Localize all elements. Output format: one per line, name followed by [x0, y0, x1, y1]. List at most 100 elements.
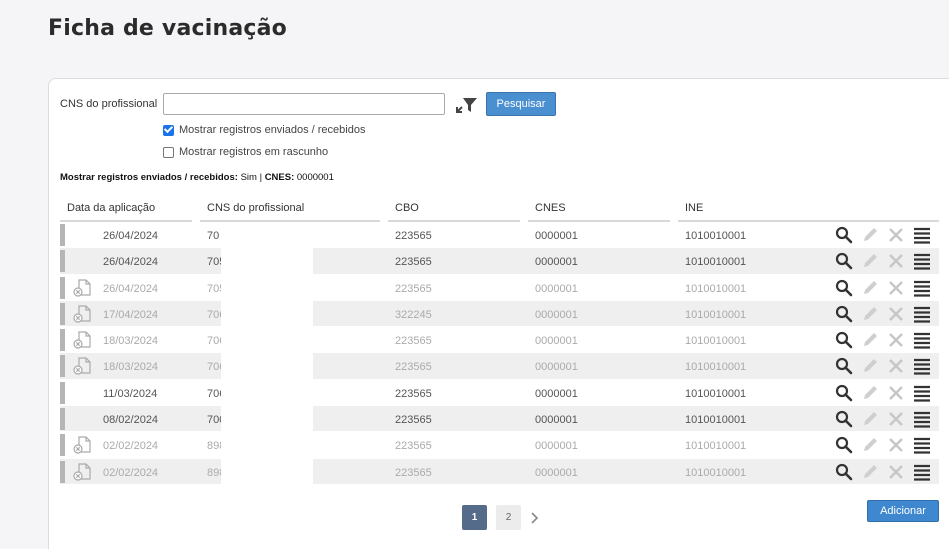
checkbox-draft[interactable]: Mostrar registros em rascunho: [163, 146, 328, 158]
cell-date: 18/03/2024: [103, 335, 159, 348]
checkbox-unchecked[interactable]: [163, 146, 174, 158]
document-cancel-icon: [72, 356, 92, 376]
page-title: Ficha de vacinação: [48, 16, 287, 41]
search-icon[interactable]: [835, 384, 853, 402]
edit-icon[interactable]: [861, 252, 879, 270]
checkbox-checked[interactable]: [163, 124, 174, 136]
cell-date: 02/02/2024: [103, 440, 159, 453]
cell-cbo: 223565: [395, 256, 432, 269]
col-cnes[interactable]: CNES: [535, 202, 566, 214]
page-1-button[interactable]: 1: [462, 505, 487, 530]
edit-icon[interactable]: [861, 410, 879, 428]
delete-icon[interactable]: [887, 331, 905, 349]
row-status-bar: [60, 408, 65, 431]
table-row[interactable]: 18/03/2024 706 223565 0000001 1010010001: [60, 353, 939, 380]
cell-cnes: 0000001: [535, 335, 578, 348]
cns-filter-input[interactable]: [163, 93, 445, 115]
delete-icon[interactable]: [887, 357, 905, 375]
delete-icon[interactable]: [887, 463, 905, 481]
edit-icon[interactable]: [861, 305, 879, 323]
filter-summary: Mostrar registros enviados / recebidos: …: [60, 172, 334, 183]
table-row[interactable]: 17/04/2024 706 322245 0000001 1010010001: [60, 300, 939, 328]
search-icon[interactable]: [835, 305, 853, 323]
col-ine[interactable]: INE: [685, 202, 703, 214]
search-icon[interactable]: [835, 357, 853, 375]
menu-icon[interactable]: [913, 226, 931, 244]
menu-icon[interactable]: [913, 384, 931, 402]
cell-date: 02/02/2024: [103, 466, 159, 479]
edit-icon[interactable]: [861, 463, 879, 481]
table-row[interactable]: 26/04/2024 705 223565 0000001 1010010001: [60, 274, 939, 301]
cell-cbo: 223565: [395, 414, 432, 427]
cell-cnes: 0000001: [535, 230, 578, 242]
table-row[interactable]: 02/02/2024 898 223565 0000001 1010010001: [60, 432, 939, 459]
document-cancel-icon: [72, 462, 92, 482]
search-icon[interactable]: [835, 279, 853, 297]
table-row[interactable]: 18/03/2024 706 223565 0000001 1010010001: [60, 327, 939, 354]
menu-icon[interactable]: [913, 305, 931, 323]
search-icon[interactable]: [835, 331, 853, 349]
cell-ine: 1010010001: [685, 256, 747, 269]
delete-icon[interactable]: [887, 436, 905, 454]
row-status-bar: [60, 329, 65, 352]
row-status-bar: [60, 381, 65, 404]
cell-cbo: 223565: [395, 361, 432, 374]
menu-icon[interactable]: [913, 463, 931, 481]
table-row[interactable]: 26/04/2024 705 223565 0000001 1010010001: [60, 248, 939, 275]
table-row[interactable]: 26/04/2024 70 223565 0000001 1010010001: [60, 222, 939, 249]
document-cancel-icon: [72, 278, 92, 298]
row-status-bar: [60, 250, 65, 273]
row-status-bar: [60, 224, 65, 246]
search-icon[interactable]: [835, 410, 853, 428]
search-icon[interactable]: [835, 252, 853, 270]
pagination: 1 2: [462, 505, 540, 530]
edit-icon[interactable]: [861, 279, 879, 297]
menu-icon[interactable]: [913, 279, 931, 297]
col-cbo[interactable]: CBO: [395, 202, 419, 214]
cell-cnes: 0000001: [535, 361, 578, 374]
delete-icon[interactable]: [887, 384, 905, 402]
add-button[interactable]: Adicionar: [867, 500, 939, 522]
col-cns[interactable]: CNS do profissional: [207, 202, 304, 214]
menu-icon[interactable]: [913, 252, 931, 270]
chevron-right-icon[interactable]: [530, 511, 540, 524]
cell-cbo: 223565: [395, 387, 432, 400]
menu-icon[interactable]: [913, 410, 931, 428]
checkbox-sent-label: Mostrar registros enviados / recebidos: [179, 124, 366, 136]
delete-icon[interactable]: [887, 226, 905, 244]
edit-icon[interactable]: [861, 357, 879, 375]
cell-cnes: 0000001: [535, 387, 578, 400]
col-date[interactable]: Data da aplicação: [67, 202, 155, 214]
edit-icon[interactable]: [861, 436, 879, 454]
cell-cbo: 223565: [395, 230, 432, 242]
cell-date: 18/03/2024: [103, 361, 159, 374]
search-button[interactable]: Pesquisar: [486, 92, 556, 116]
delete-icon[interactable]: [887, 305, 905, 323]
filter-icon[interactable]: [455, 95, 479, 115]
cell-date: 17/04/2024: [103, 308, 159, 321]
edit-icon[interactable]: [861, 226, 879, 244]
row-status-bar: [60, 434, 65, 457]
menu-icon[interactable]: [913, 436, 931, 454]
table-row[interactable]: 02/02/2024 898 223565 0000001 1010010001: [60, 458, 939, 485]
delete-icon[interactable]: [887, 279, 905, 297]
cell-ine: 1010010001: [685, 387, 747, 400]
delete-icon[interactable]: [887, 410, 905, 428]
cell-cnes: 0000001: [535, 466, 578, 479]
checkbox-sent-received[interactable]: Mostrar registros enviados / recebidos: [163, 124, 365, 136]
cns-filter-label: CNS do profissional: [60, 98, 158, 110]
cell-date: 08/02/2024: [103, 414, 159, 427]
table-row[interactable]: 08/02/2024 700 223565 0000001 1010010001: [60, 406, 939, 433]
cell-date: 11/03/2024: [103, 387, 158, 400]
search-icon[interactable]: [835, 226, 853, 244]
edit-icon[interactable]: [861, 384, 879, 402]
table-row[interactable]: 11/03/2024 706 223565 0000001 1010010001: [60, 379, 939, 407]
menu-icon[interactable]: [913, 357, 931, 376]
search-icon[interactable]: [835, 463, 853, 481]
search-icon[interactable]: [835, 436, 853, 454]
edit-icon[interactable]: [861, 331, 879, 349]
menu-icon[interactable]: [913, 331, 931, 349]
page-2-button[interactable]: 2: [496, 505, 521, 530]
cell-ine: 1010010001: [685, 308, 747, 321]
delete-icon[interactable]: [887, 252, 905, 270]
